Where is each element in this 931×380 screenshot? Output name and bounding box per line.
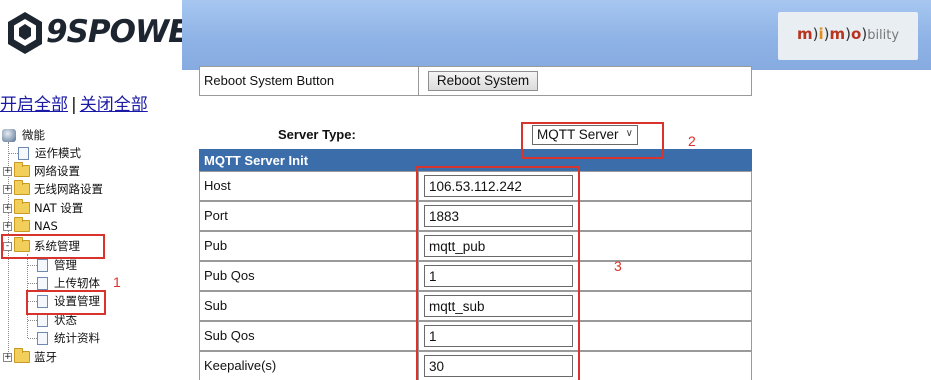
tree-item-label: NAT 设置 xyxy=(34,201,84,215)
server-type-label: Server Type: xyxy=(278,127,356,142)
folder-icon xyxy=(14,348,30,363)
computer-icon xyxy=(2,128,16,142)
page-icon xyxy=(37,313,48,327)
field-label: Sub xyxy=(200,292,419,320)
tree-item-network[interactable]: + 网络设置 xyxy=(3,162,80,179)
logo-mark-icon xyxy=(8,12,42,54)
page-icon xyxy=(37,258,48,272)
folder-icon xyxy=(14,217,30,232)
tree-item-label: 无线网路设置 xyxy=(34,182,103,196)
tree-item-label: NAS xyxy=(34,219,58,233)
collapse-all-link[interactable]: 关闭全部 xyxy=(80,95,148,115)
expand-plus-icon[interactable]: + xyxy=(3,221,12,231)
annotation-box-mqtt-fields xyxy=(416,166,580,380)
expand-plus-icon[interactable]: + xyxy=(3,203,12,213)
logo: 9SPOWER xyxy=(0,0,212,72)
tree-item-bluetooth[interactable]: + 蓝牙 xyxy=(3,348,57,365)
folder-icon xyxy=(14,199,30,214)
annotation-box-server-type xyxy=(521,122,664,159)
field-label: Sub Qos xyxy=(200,322,419,350)
tree-item-nat[interactable]: + NAT 设置 xyxy=(3,199,84,216)
expand-plus-icon[interactable]: + xyxy=(3,184,12,194)
page-icon xyxy=(37,331,48,345)
tree-item-nas[interactable]: + NAS xyxy=(3,217,58,234)
tree-item-statistics[interactable]: 统计资料 xyxy=(37,330,100,346)
expand-plus-icon[interactable]: + xyxy=(3,166,12,176)
tree-item-label: 运作模式 xyxy=(35,146,81,160)
tree-item-label: 管理 xyxy=(54,258,77,272)
reboot-system-button[interactable]: Reboot System xyxy=(428,71,538,91)
reboot-label: Reboot System Button xyxy=(200,67,419,95)
page-icon xyxy=(18,146,29,160)
field-label: Pub Qos xyxy=(200,262,419,290)
tree-item-label: 上传轫体 xyxy=(54,276,100,290)
annotation-box-settings-management xyxy=(26,290,106,315)
field-label: Pub xyxy=(200,232,419,260)
field-label: Host xyxy=(200,172,419,200)
annotation-number-2: 2 xyxy=(688,133,696,149)
reboot-row: Reboot System Button Reboot System xyxy=(199,66,752,96)
tree-root-label: 微能 xyxy=(22,128,45,142)
annotation-box-system-management xyxy=(1,234,105,259)
annotation-number-1: 1 xyxy=(113,274,121,290)
tree-item-upload-firmware[interactable]: 上传轫体 xyxy=(37,275,100,291)
toggle-separator: | xyxy=(71,95,77,115)
tree-item-label: 统计资料 xyxy=(54,331,100,345)
tree-root[interactable]: 微能 xyxy=(2,127,45,143)
tree-item-label: 蓝牙 xyxy=(34,350,57,364)
expand-plus-icon[interactable]: + xyxy=(3,352,12,362)
tree-item-operation-mode[interactable]: 运作模式 xyxy=(18,145,81,161)
folder-icon xyxy=(14,162,30,177)
expand-all-link[interactable]: 开启全部 xyxy=(0,95,68,115)
folder-icon xyxy=(14,180,30,195)
tree-item-label: 网络设置 xyxy=(34,164,80,178)
tree-item-wireless[interactable]: + 无线网路设置 xyxy=(3,180,103,197)
tree-item-management[interactable]: 管理 xyxy=(37,257,77,273)
page-icon xyxy=(37,276,48,290)
field-label: Keepalive(s) xyxy=(200,352,419,380)
field-label: Port xyxy=(200,202,419,230)
annotation-number-3: 3 xyxy=(614,258,622,274)
tree-toggle: 开启全部 | 关闭全部 xyxy=(0,90,148,115)
brand-logo: m)i)m)o)bility xyxy=(778,12,918,60)
